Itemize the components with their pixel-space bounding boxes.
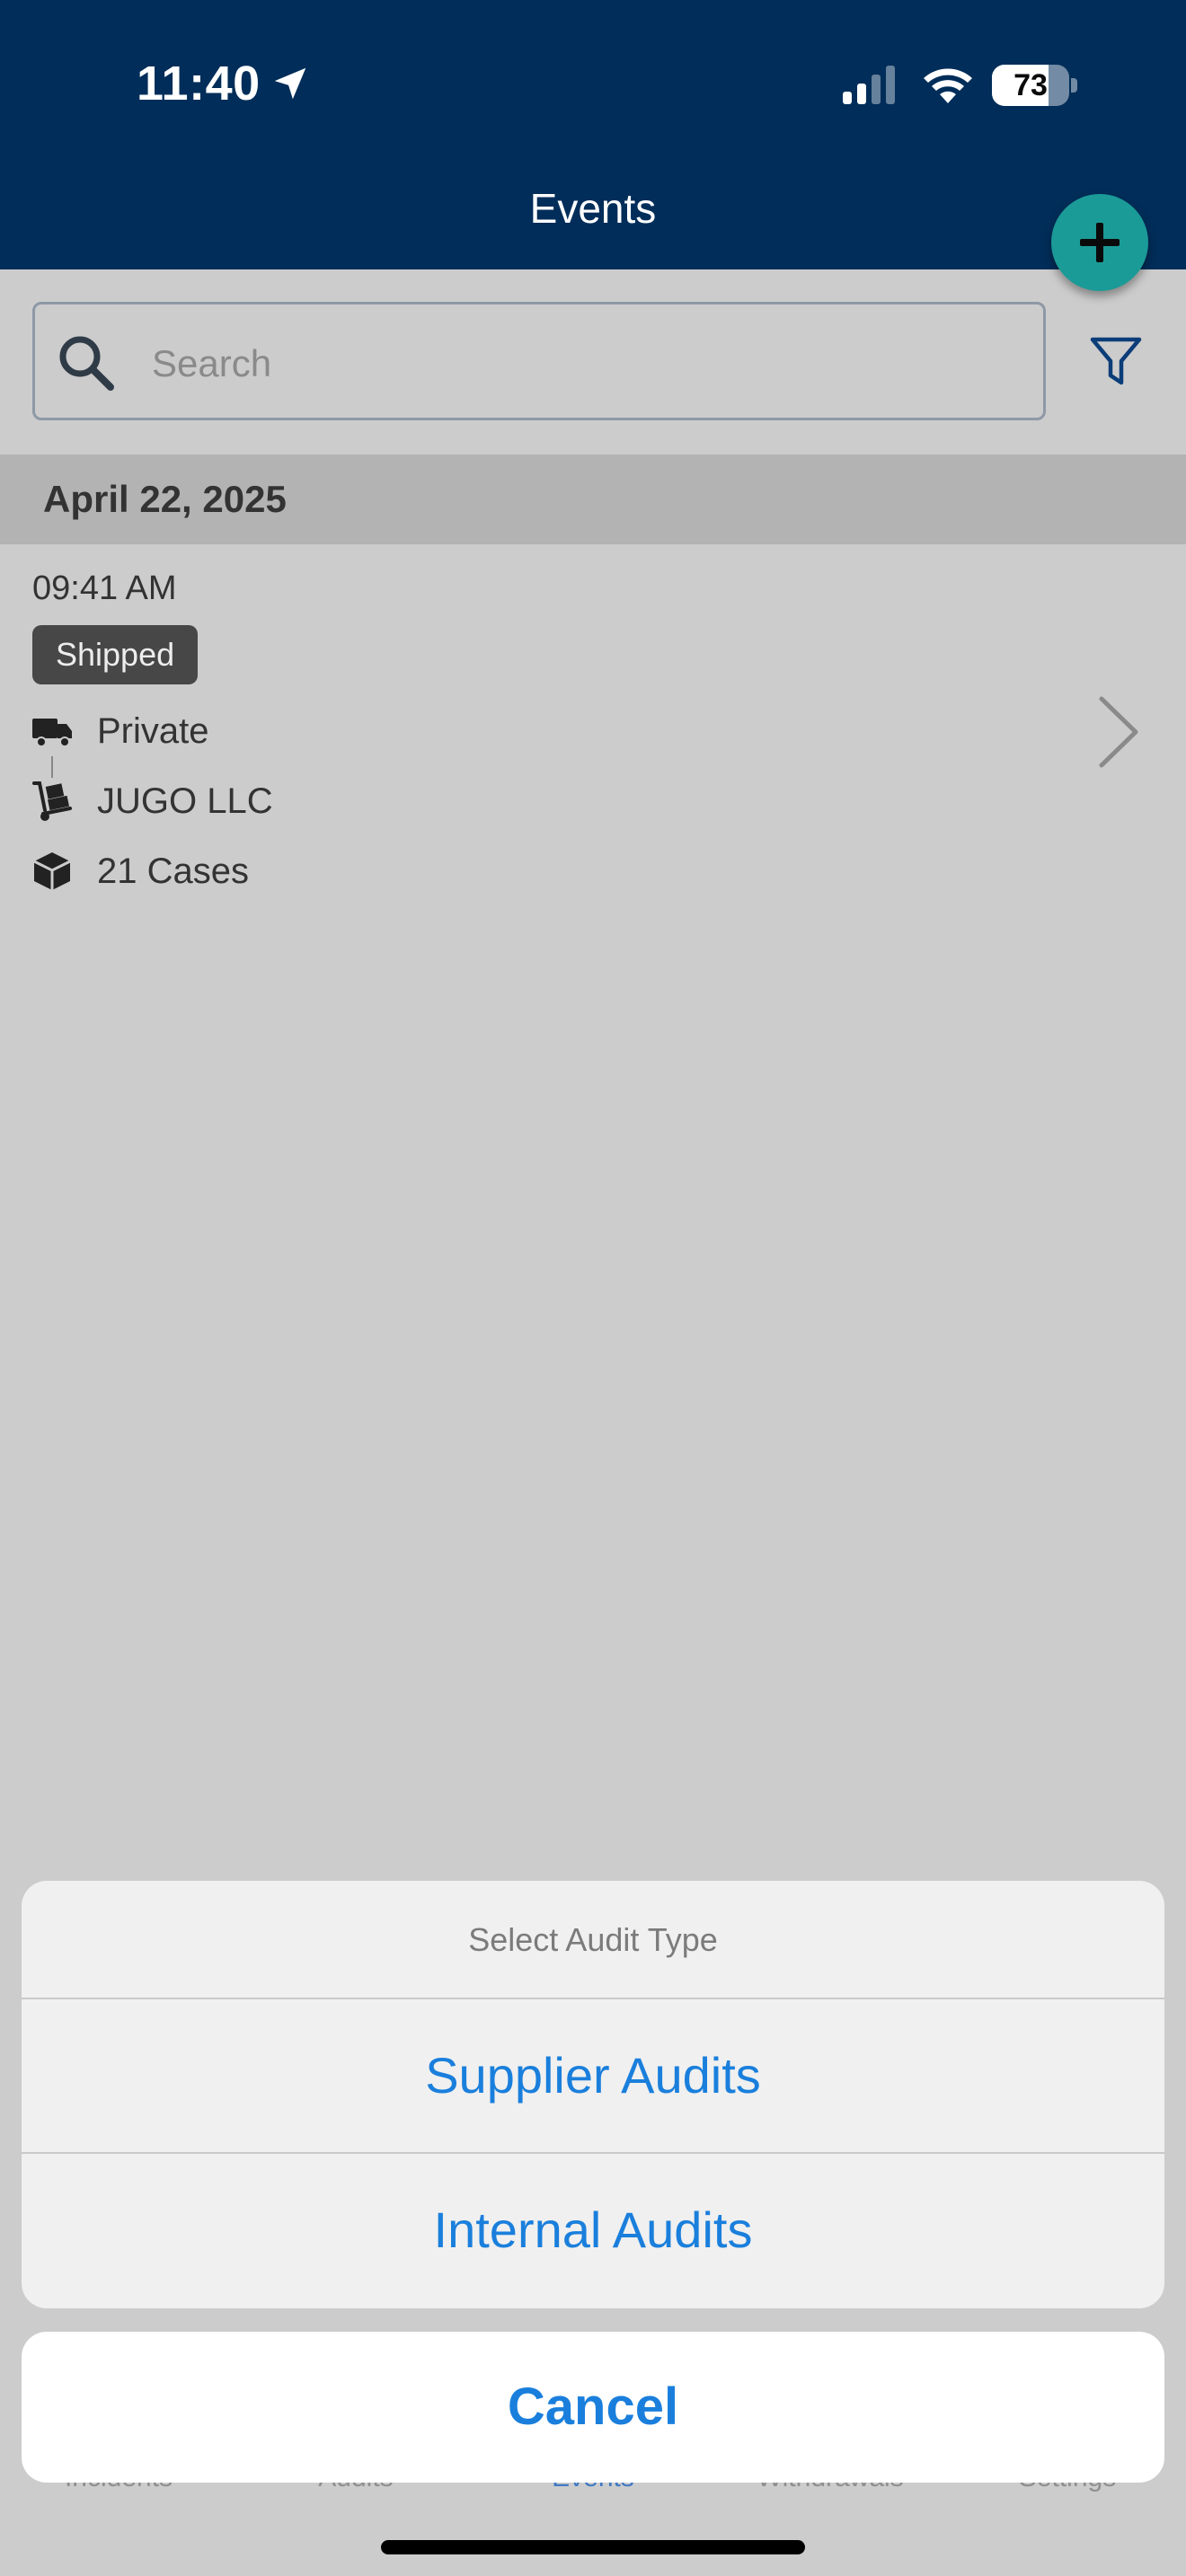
battery-body: 73: [992, 65, 1069, 106]
plus-icon: [1080, 223, 1120, 262]
action-sheet-title: Select Audit Type: [468, 1921, 718, 1958]
battery-percentage: 73: [1013, 68, 1048, 102]
battery-tip: [1071, 78, 1077, 93]
status-time: 11:40: [137, 57, 261, 110]
home-indicator: [381, 2540, 805, 2554]
add-button[interactable]: [1051, 194, 1148, 291]
search-bar[interactable]: [32, 302, 1046, 420]
location-arrow-icon: [274, 67, 306, 100]
supplier-audits-button[interactable]: Supplier Audits: [22, 1999, 1164, 2152]
event-time: 09:41 AM: [32, 569, 177, 607]
route-connector: [51, 756, 53, 778]
search-icon: [59, 336, 114, 391]
section-date: April 22, 2025: [43, 478, 287, 520]
filter-icon[interactable]: [1087, 332, 1145, 390]
event-carrier: Private: [97, 711, 209, 751]
chevron-right-icon: [1099, 696, 1138, 768]
date-section-header: April 22, 2025: [0, 454, 1186, 544]
page-title: Events: [529, 185, 657, 232]
event-quantity: 21 Cases: [97, 851, 249, 891]
truck-icon: [32, 719, 72, 747]
hand-truck-icon: [32, 781, 72, 821]
event-supplier: JUGO LLC: [97, 781, 273, 821]
cellular-signal-icon: [843, 66, 895, 104]
box-icon: [33, 852, 71, 890]
battery-indicator: 73: [992, 65, 1078, 106]
status-badge: Shipped: [32, 625, 199, 684]
navigation-header: 11:40 73 Events: [0, 0, 1186, 269]
search-input[interactable]: [152, 335, 1014, 393]
events-screen: 11:40 73 Events Search April 22, 2025 09…: [0, 0, 1186, 2576]
event-list-item[interactable]: 09:41 AM Shipped Private JUGO LLC 21 Cas…: [0, 544, 1186, 922]
internal-audits-button[interactable]: Internal Audits: [22, 2154, 1164, 2307]
wifi-icon: [924, 68, 972, 103]
action-sheet: Select Audit Type Supplier Audits Intern…: [22, 1881, 1164, 2308]
cancel-button[interactable]: Cancel: [22, 2332, 1164, 2483]
